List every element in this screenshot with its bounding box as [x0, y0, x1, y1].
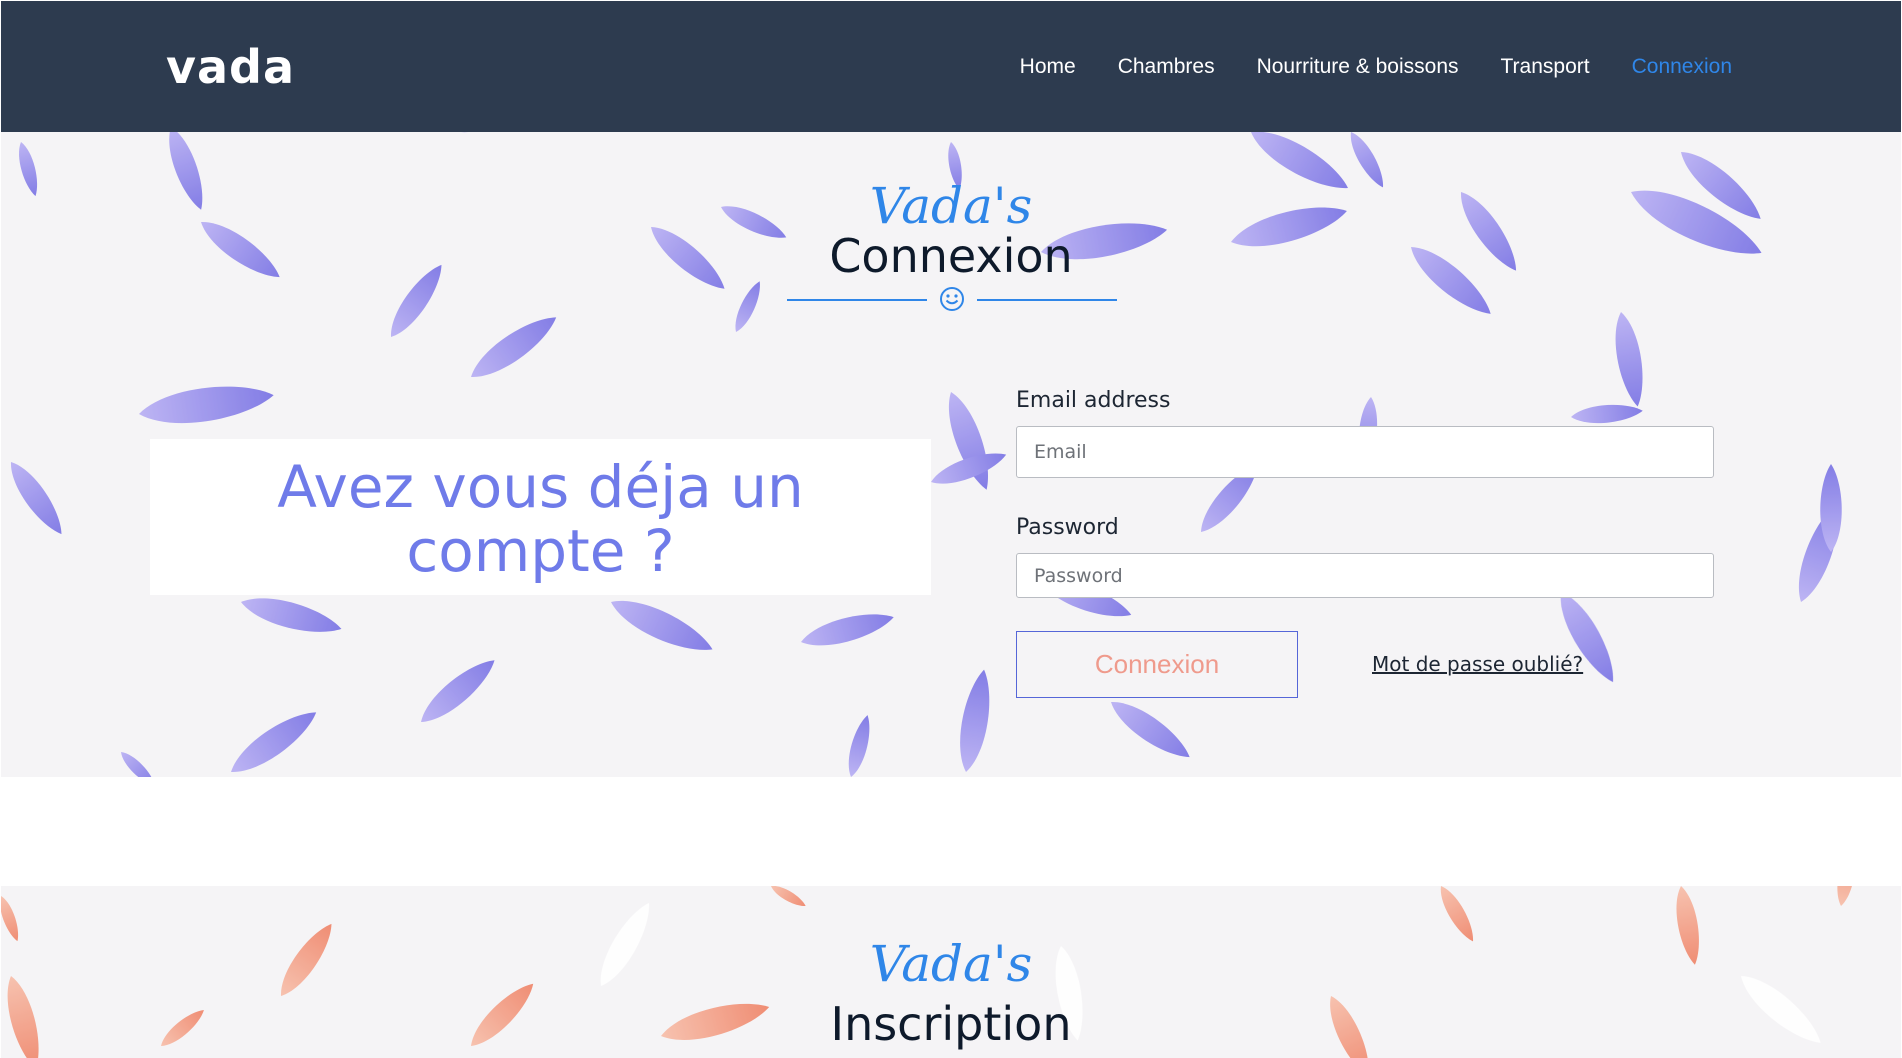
email-label: Email address	[1016, 388, 1171, 413]
top-navbar: vada Home Chambres Nourriture & boissons…	[1, 1, 1901, 132]
nav-chambres[interactable]: Chambres	[1118, 54, 1215, 80]
login-title: Connexion	[829, 229, 1073, 283]
smiley-icon	[940, 287, 964, 311]
connexion-button[interactable]: Connexion	[1016, 631, 1298, 698]
forgot-password-link[interactable]: Mot de passe oublié?	[1372, 652, 1583, 676]
login-script-title: Vada's	[869, 177, 1033, 235]
account-question-box: Avez vous déja un compte ?	[150, 439, 931, 595]
account-question-text: Avez vous déja un compte ?	[277, 453, 804, 585]
nav-nourriture-boissons[interactable]: Nourriture & boissons	[1257, 54, 1459, 80]
title-divider	[787, 284, 1117, 314]
signup-section: Vada's Inscription	[1, 886, 1901, 1058]
nav-connexion[interactable]: Connexion	[1632, 54, 1732, 80]
email-input[interactable]	[1016, 426, 1714, 478]
login-section: Vada's Connexion Avez vous déja un compt…	[1, 132, 1901, 777]
nav-home[interactable]: Home	[1020, 54, 1076, 80]
password-label: Password	[1016, 515, 1119, 540]
password-input[interactable]	[1016, 553, 1714, 598]
signup-script-title: Vada's	[869, 935, 1033, 993]
nav-transport[interactable]: Transport	[1501, 54, 1590, 80]
nav-links: Home Chambres Nourriture & boissons Tran…	[1020, 54, 1732, 80]
brand-logo[interactable]: vada	[166, 39, 295, 95]
signup-title: Inscription	[830, 997, 1072, 1051]
